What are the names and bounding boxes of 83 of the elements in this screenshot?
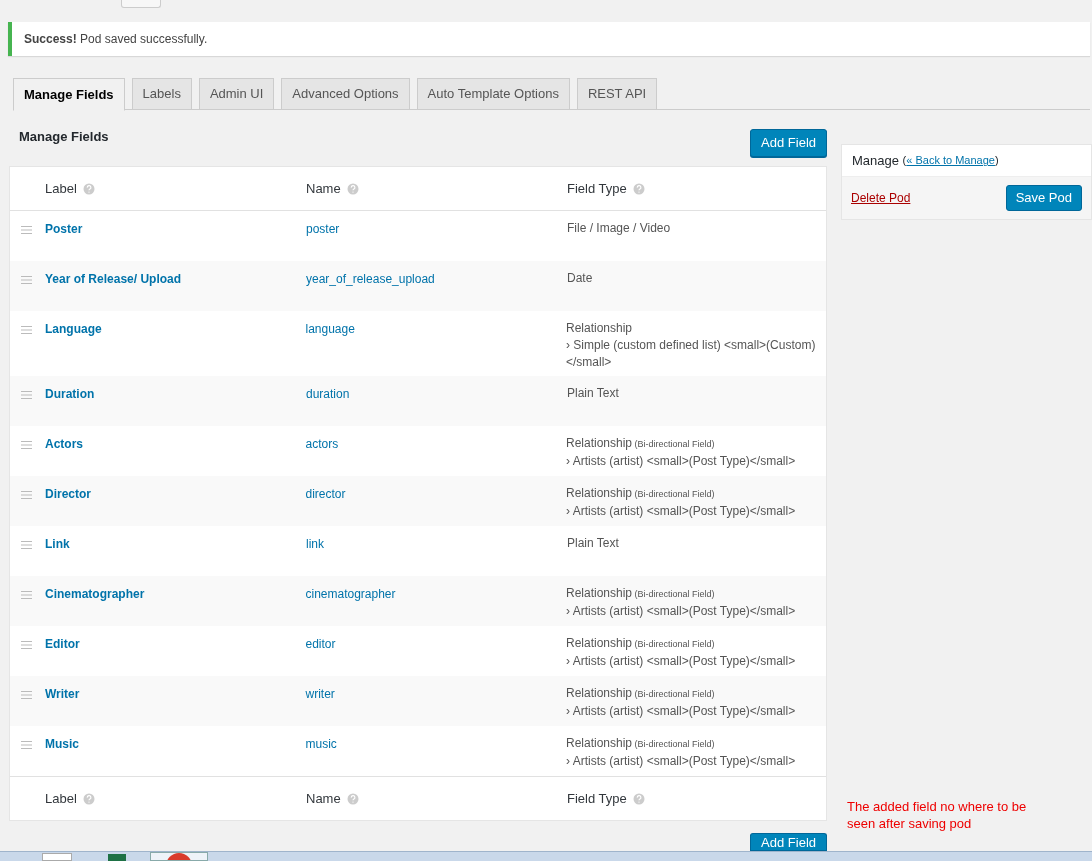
field-type-detail: › Artists (artist) <small>(Post Type)</small>	[566, 653, 797, 670]
tab[interactable]: Labels	[131, 78, 192, 110]
field-type-detail: › Artists (artist) <small>(Post Type)</small>	[566, 503, 797, 520]
field-type: Relationship (Bi-directional Field)	[566, 635, 716, 652]
field-name-link[interactable]: music	[305, 737, 337, 751]
field-type: Relationship (Bi-directional Field)	[566, 735, 716, 752]
column-header: Name	[306, 179, 341, 198]
field-name-link[interactable]: editor	[305, 637, 336, 651]
field-label-link[interactable]: Writer	[45, 685, 80, 726]
help-icon	[82, 182, 95, 195]
field-type-detail: › Simple (custom defined list) <small>(Custom)</small>	[566, 337, 817, 371]
help-icon	[632, 792, 645, 805]
help-icon	[82, 792, 95, 805]
column-header: Name	[306, 789, 341, 808]
help-icon	[346, 792, 359, 805]
notice-text: Success! Pod saved successfully.	[24, 31, 208, 48]
drag-handle-icon[interactable]	[21, 591, 32, 599]
back-link-parens: (« Back to Manage)	[902, 153, 999, 169]
taskbar-item[interactable]	[42, 853, 72, 861]
drag-handle-icon[interactable]	[21, 276, 32, 284]
field-label-link[interactable]: Director	[45, 485, 91, 526]
field-name-link[interactable]: year_of_release_upload	[306, 272, 435, 286]
field-type: File / Image / Video	[567, 220, 672, 237]
annotation-text: The added field no where to be seen after saving pod	[847, 798, 1028, 832]
field-type-detail: › Artists (artist) <small>(Post Type)</small>	[566, 703, 797, 720]
drag-handle-icon[interactable]	[21, 326, 32, 334]
field-label-link[interactable]: Actors	[45, 435, 83, 476]
help-icon	[632, 182, 645, 195]
help-icon	[346, 182, 359, 195]
field-label-link[interactable]: Language	[45, 320, 102, 376]
back-link[interactable]: « Back to Manage	[906, 154, 995, 167]
column-header: Field Type	[567, 179, 627, 198]
field-type: Plain Text	[567, 535, 620, 552]
field-type: Plain Text	[567, 385, 620, 402]
field-type: Relationship (Bi-directional Field)	[566, 435, 716, 452]
column-header: Label	[45, 789, 77, 808]
tab[interactable]: Manage Fields	[13, 78, 125, 111]
field-type: Relationship (Bi-directional Field)	[566, 685, 716, 702]
field-name-link[interactable]: link	[306, 537, 324, 551]
field-label-link[interactable]: Year of Release/ Upload	[45, 270, 182, 311]
field-type: Date	[567, 270, 594, 287]
tab[interactable]: REST API	[576, 78, 658, 110]
tab[interactable]: Admin UI	[198, 78, 275, 110]
app-icon	[166, 853, 192, 860]
field-name-link[interactable]: director	[305, 487, 346, 501]
add-field-button[interactable]: Add Field	[750, 833, 827, 850]
field-type: Relationship (Bi-directional Field)	[566, 585, 716, 602]
field-type: Relationship (Bi-directional Field)	[566, 485, 716, 502]
field-label-link[interactable]: Duration	[45, 385, 95, 426]
field-type-detail: › Artists (artist) <small>(Post Type)</small>	[566, 453, 797, 470]
field-name-link[interactable]: language	[305, 322, 355, 336]
drag-handle-icon[interactable]	[21, 391, 32, 399]
field-name-link[interactable]: poster	[306, 222, 340, 236]
field-label-link[interactable]: Cinematographer	[45, 585, 145, 626]
section-heading: Manage Fields	[19, 128, 109, 146]
field-name-link[interactable]: cinematographer	[305, 587, 396, 601]
field-name-link[interactable]: writer	[305, 687, 335, 701]
delete-link[interactable]: Delete Pod	[851, 189, 911, 207]
taskbar-item[interactable]	[150, 852, 208, 861]
manage-title: Manage	[852, 151, 900, 170]
drag-handle-icon[interactable]	[21, 741, 32, 749]
add-field-button[interactable]: Add Field	[750, 129, 827, 157]
field-label-link[interactable]: Poster	[45, 220, 83, 261]
tab[interactable]: Advanced Options	[281, 78, 410, 110]
tab[interactable]: Auto Template Options	[416, 78, 570, 110]
field-name-link[interactable]: actors	[305, 437, 339, 451]
field-name-link[interactable]: duration	[306, 387, 350, 401]
field-label-link[interactable]: Music	[45, 735, 79, 776]
top-button[interactable]	[121, 0, 161, 8]
save-button[interactable]: Save Pod	[1005, 185, 1082, 211]
field-label-link[interactable]: Editor	[45, 635, 80, 676]
drag-handle-icon[interactable]	[21, 491, 32, 499]
field-label-link[interactable]: Link	[45, 535, 70, 576]
drag-handle-icon[interactable]	[21, 691, 32, 699]
field-type-detail: › Artists (artist) <small>(Post Type)</small>	[566, 603, 797, 620]
field-type: Relationship	[566, 320, 634, 337]
drag-handle-icon[interactable]	[21, 441, 32, 449]
drag-handle-icon[interactable]	[21, 226, 32, 234]
column-header: Label	[45, 179, 77, 198]
drag-handle-icon[interactable]	[21, 541, 32, 549]
drag-handle-icon[interactable]	[21, 641, 32, 649]
field-type-detail: › Artists (artist) <small>(Post Type)</small>	[566, 753, 797, 770]
column-header: Field Type	[567, 789, 627, 808]
